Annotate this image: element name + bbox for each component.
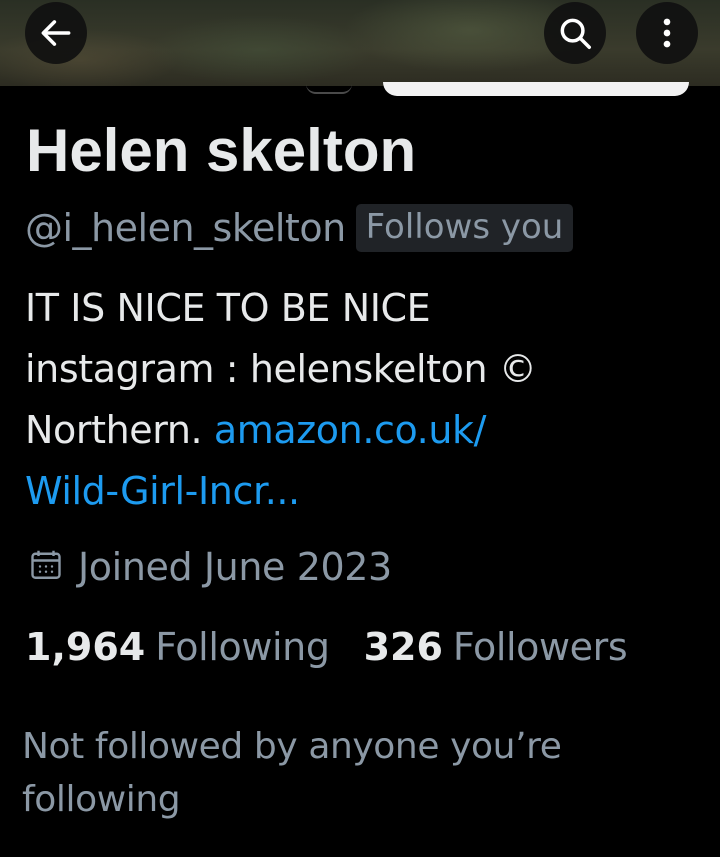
followers-label: Followers bbox=[452, 625, 628, 669]
search-button[interactable] bbox=[544, 2, 606, 64]
followers-link[interactable]: 326 Followers bbox=[364, 625, 628, 669]
follow-stats: 1,964 Following 326 Followers bbox=[25, 625, 628, 669]
follows-you-badge: Follows you bbox=[355, 204, 574, 252]
bio-line: instagram : helenskelton © bbox=[25, 347, 537, 391]
following-count: 1,964 bbox=[25, 625, 146, 669]
calendar-icon bbox=[28, 547, 64, 587]
bio-link[interactable]: amazon.co.uk/ bbox=[214, 408, 487, 452]
handle-row: @i_helen_skelton Follows you bbox=[25, 203, 574, 253]
avatar[interactable] bbox=[306, 84, 352, 94]
bio-line: Northern. amazon.co.uk/ bbox=[25, 400, 705, 461]
following-link[interactable]: 1,964 Following bbox=[25, 625, 330, 669]
following-label: Following bbox=[155, 625, 330, 669]
profile-name: Helen skelton bbox=[26, 117, 417, 184]
search-icon bbox=[556, 14, 594, 52]
more-options-button[interactable] bbox=[636, 2, 698, 64]
profile-page: Helen skelton @i_helen_skelton Follows y… bbox=[0, 0, 720, 857]
profile-banner bbox=[0, 0, 720, 90]
bio-line: IT IS NICE TO BE NICE bbox=[25, 286, 431, 330]
joined-date: Joined June 2023 bbox=[28, 545, 392, 589]
followers-count: 326 bbox=[363, 625, 443, 669]
profile-bio: IT IS NICE TO BE NICE instagram : helens… bbox=[25, 278, 705, 522]
profile-handle: @i_helen_skelton bbox=[25, 206, 346, 250]
more-vertical-icon bbox=[648, 14, 686, 52]
bio-text: Northern. bbox=[25, 408, 214, 452]
joined-text: Joined June 2023 bbox=[78, 545, 392, 589]
arrow-left-icon bbox=[37, 14, 75, 52]
follow-button[interactable] bbox=[383, 82, 689, 96]
bio-link[interactable]: Wild-Girl-Incr... bbox=[25, 461, 705, 522]
back-button[interactable] bbox=[25, 2, 87, 64]
mutual-followers-text: Not followed by anyone you’re following bbox=[22, 726, 562, 820]
